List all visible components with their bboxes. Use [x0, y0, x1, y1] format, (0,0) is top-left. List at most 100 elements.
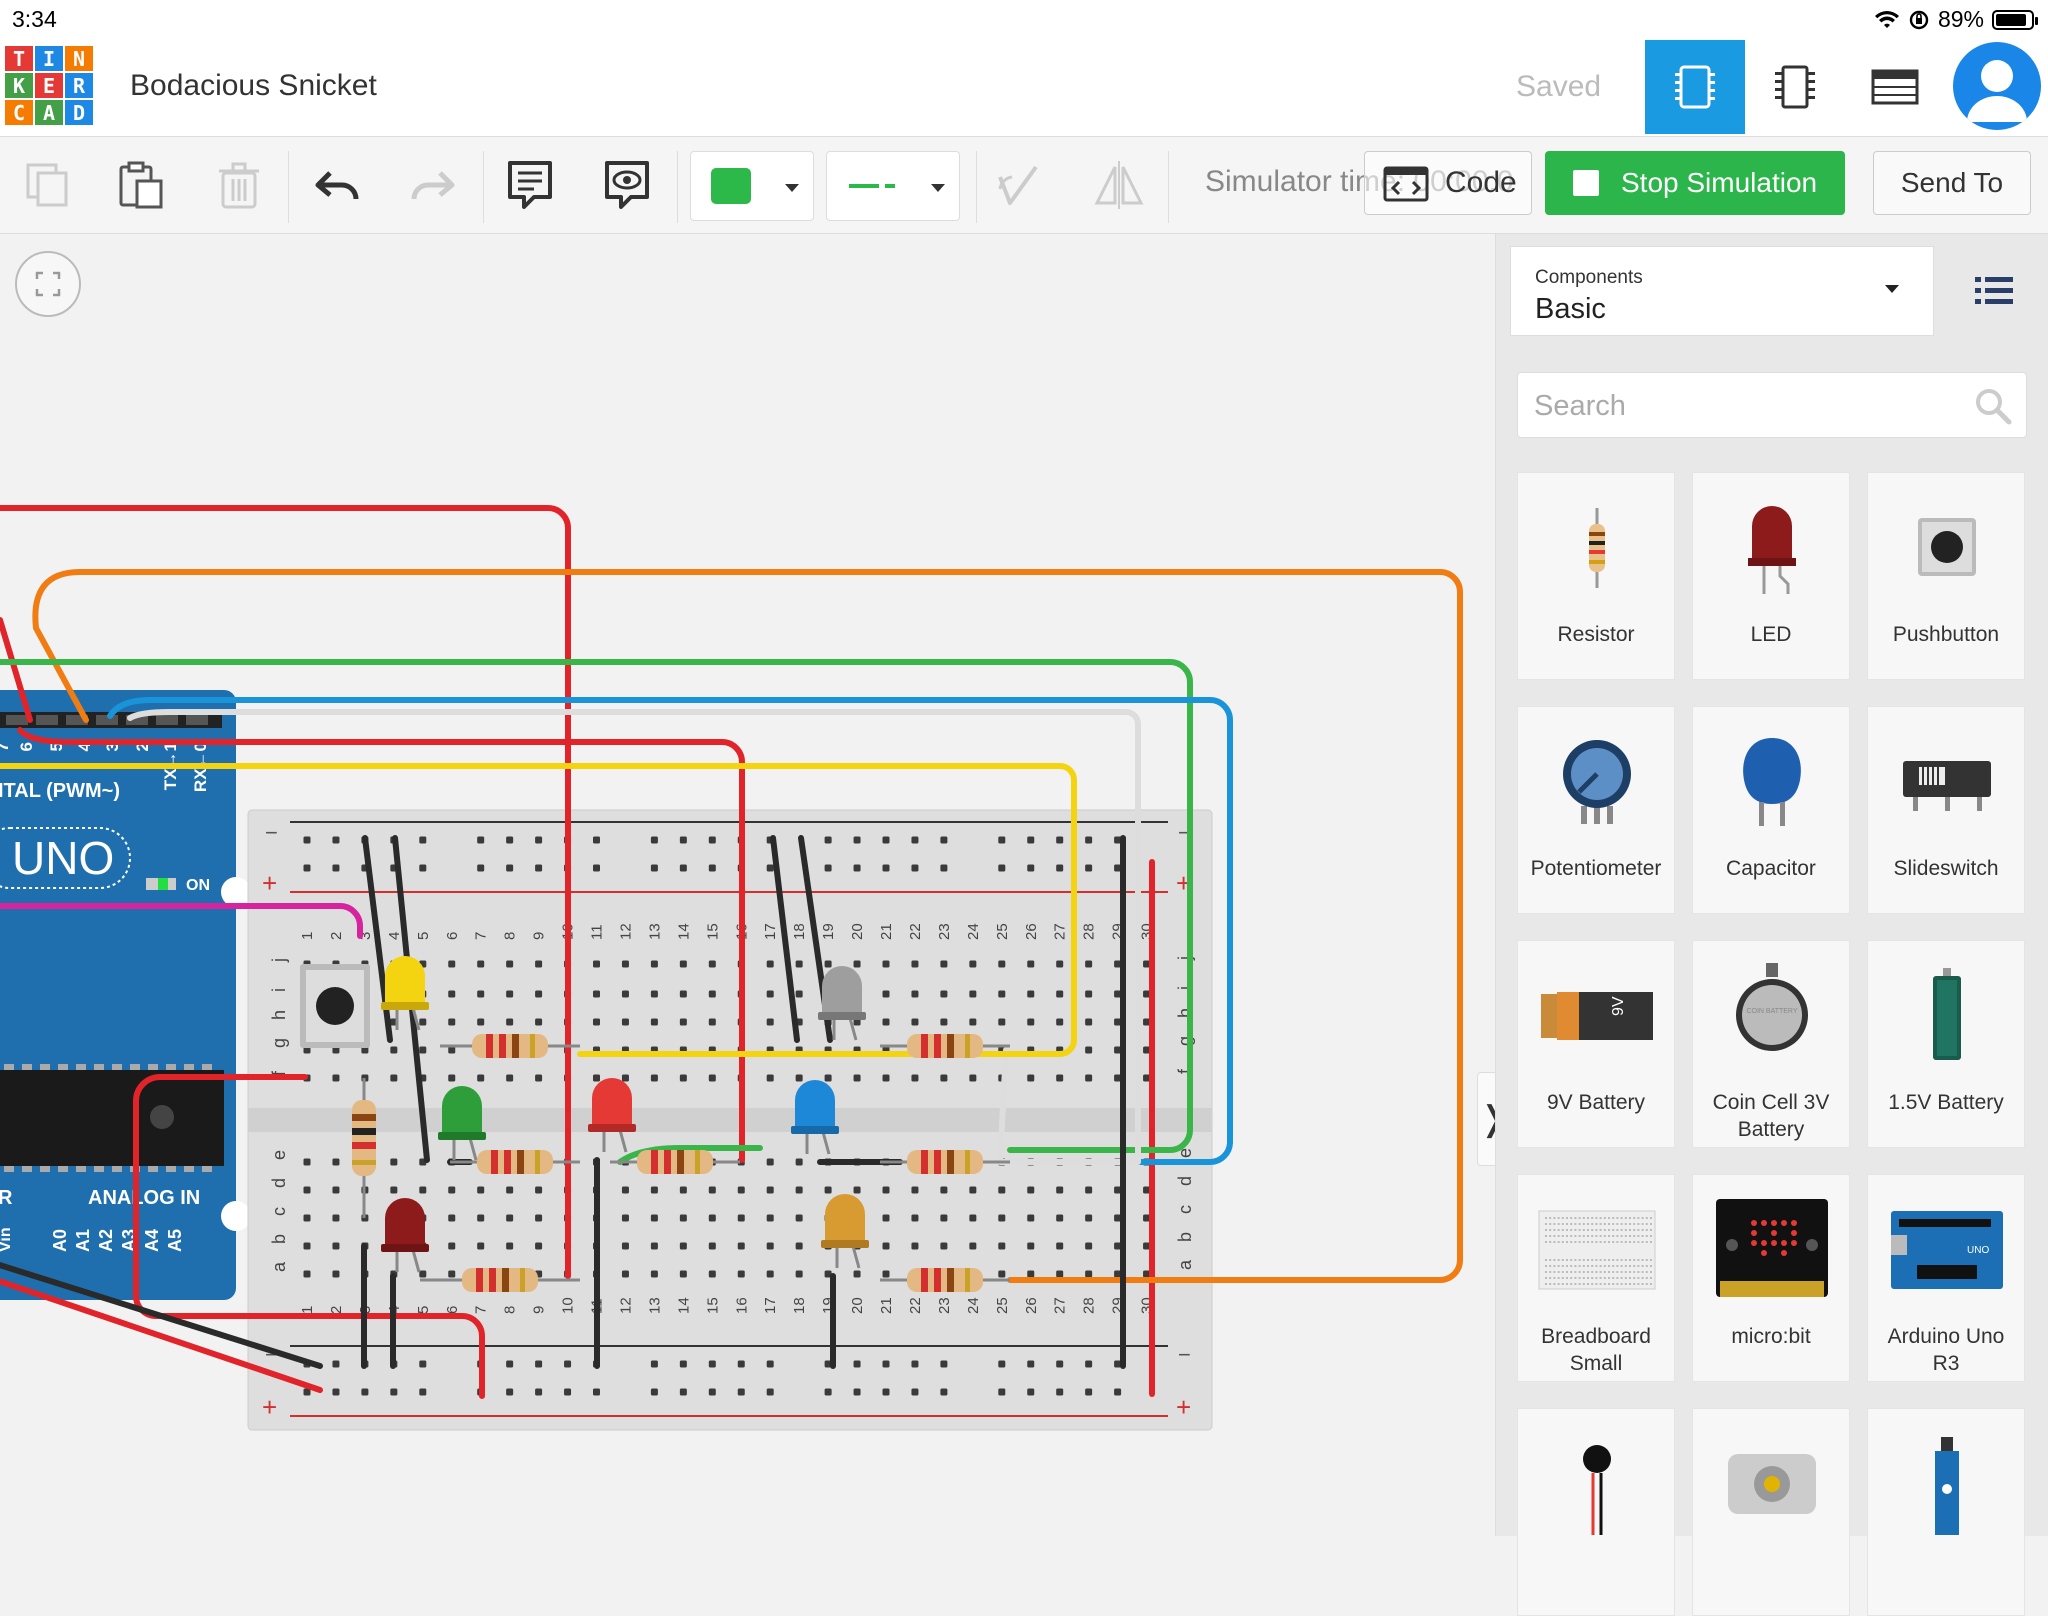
breadboard-hole	[419, 1046, 427, 1054]
breadboard-hole	[506, 1242, 514, 1250]
breadboard-hole	[332, 864, 340, 872]
collapse-panel-button[interactable]: ❭	[1477, 1072, 1495, 1166]
notes-visibility-button[interactable]	[593, 151, 661, 219]
component-list-view-button[interactable]	[1845, 40, 1945, 134]
component-label: Pushbutton	[1892, 623, 2000, 646]
list-view-button[interactable]	[1952, 246, 2036, 336]
breadboard-hole	[332, 1242, 340, 1250]
breadboard-hole	[332, 836, 340, 844]
breadboard-hole	[708, 1186, 716, 1194]
tinkercad-logo[interactable]: TIN KER CAD	[5, 46, 93, 125]
breadboard-hole	[1056, 836, 1064, 844]
color-picker[interactable]	[690, 151, 814, 221]
breadboard-hole	[1027, 1242, 1035, 1250]
paste-button[interactable]	[107, 151, 175, 219]
chip-pin	[202, 1064, 212, 1070]
toolbar-separator	[976, 151, 977, 223]
breadboard-column-number: 6	[444, 932, 461, 940]
component-card[interactable]: UNO Arduino Uno R3	[1867, 1174, 2025, 1382]
wire-type-picker[interactable]	[826, 151, 960, 221]
search-input[interactable]	[1532, 383, 1936, 429]
breadboard-hole	[1056, 1388, 1064, 1396]
component-card[interactable]	[1517, 1408, 1675, 1616]
component-card[interactable]: Capacitor	[1692, 706, 1850, 914]
delete-button[interactable]	[205, 151, 273, 219]
breadboard-hole	[506, 836, 514, 844]
breadboard-hole	[853, 836, 861, 844]
battery-percent: 89%	[1937, 6, 1984, 32]
chip-pin	[148, 1064, 158, 1070]
breadboard-hole	[506, 1018, 514, 1026]
arduino-analog-pin-label: A4	[142, 1229, 162, 1252]
breadboard-hole	[853, 1360, 861, 1368]
component-card[interactable]: Potentiometer	[1517, 706, 1675, 914]
breadboard-hole	[911, 1214, 919, 1222]
breadboard-hole	[477, 864, 485, 872]
arduino-pin-label: 6	[17, 742, 36, 751]
breadboard-hole	[448, 1214, 456, 1222]
breadboard-hole	[390, 1046, 398, 1054]
undo-button[interactable]	[304, 151, 372, 219]
rail-minus-label: −	[265, 820, 278, 845]
rotate-button[interactable]	[984, 151, 1052, 219]
battery-fill	[1996, 13, 2027, 26]
chevron-down-icon	[1885, 285, 1899, 293]
component-card[interactable]: Breadboard Small	[1517, 1174, 1675, 1382]
circuit-view-button[interactable]	[1645, 40, 1745, 134]
component-card[interactable]: Slideswitch	[1867, 706, 2025, 914]
resistor-band	[512, 1034, 519, 1058]
circuit-diagram[interactable]: 765432TX→1RX←0ITAL (PWM~)UNOONRANALOG IN…	[0, 234, 1495, 1536]
arduino-uno-board: 765432TX→1RX←0ITAL (PWM~)UNOONRANALOG IN…	[0, 690, 251, 1300]
component-card[interactable]: COIN BATTERY Coin Cell 3V Battery	[1692, 940, 1850, 1148]
component-card[interactable]: Pushbutton	[1867, 472, 2025, 680]
components-dropdown[interactable]: Components Basic	[1510, 246, 1934, 336]
circuit-canvas[interactable]: 765432TX→1RX←0ITAL (PWM~)UNOONRANALOG IN…	[0, 234, 1495, 1536]
user-icon	[1967, 60, 2027, 122]
project-title[interactable]: Bodacious Snicket	[130, 69, 377, 103]
led-body	[795, 1080, 835, 1130]
component-card[interactable]: Resistor	[1517, 472, 1675, 680]
chip-pin	[166, 1064, 176, 1070]
resistor-band	[947, 1150, 954, 1174]
logo-letter: C	[5, 100, 33, 125]
breadboard-hole	[564, 1388, 572, 1396]
breadboard-hole	[1027, 990, 1035, 998]
component-card[interactable]: micro:bit	[1692, 1174, 1850, 1382]
breadboard-hole	[448, 1186, 456, 1194]
send-to-button[interactable]: Send To	[1873, 151, 2031, 215]
breadboard-hole	[650, 1018, 658, 1026]
redo-button[interactable]	[398, 151, 466, 219]
breadboard-hole	[679, 1270, 687, 1278]
code-button[interactable]: Code	[1364, 151, 1532, 215]
breadboard-hole	[708, 960, 716, 968]
breadboard-hole	[1056, 960, 1064, 968]
component-card[interactable]: 9V 9V Battery	[1517, 940, 1675, 1148]
stop-simulation-button[interactable]: Stop Simulation	[1545, 151, 1845, 215]
breadboard-hole	[419, 1360, 427, 1368]
breadboard-hole	[506, 1388, 514, 1396]
breadboard-row-letter: d	[269, 1178, 289, 1188]
breadboard-hole	[766, 1214, 774, 1222]
component-card[interactable]	[1867, 1408, 2025, 1616]
resistor-band	[352, 1114, 376, 1121]
breadboard-hole	[911, 1388, 919, 1396]
flip-button[interactable]	[1085, 151, 1153, 219]
search-box[interactable]	[1517, 372, 2027, 438]
breadboard-hole	[477, 1242, 485, 1250]
component-card[interactable]: 1.5V Battery	[1867, 940, 2025, 1148]
eye-note-icon	[605, 161, 649, 209]
component-card[interactable]: LED	[1692, 472, 1850, 680]
resistor-band	[535, 1150, 540, 1174]
breadboard-hole	[882, 1242, 890, 1250]
copy-button[interactable]	[14, 151, 82, 219]
breadboard-hole	[766, 1018, 774, 1026]
component-card[interactable]	[1692, 1408, 1850, 1616]
breadboard-hole	[303, 1242, 311, 1250]
breadboard-hole	[737, 1388, 745, 1396]
user-avatar[interactable]	[1953, 42, 2041, 130]
breadboard-hole	[448, 990, 456, 998]
schematic-view-button[interactable]	[1745, 40, 1845, 134]
notes-button[interactable]	[496, 151, 564, 219]
breadboard-column-number: 24	[965, 923, 982, 940]
breadboard-column-number: 25	[994, 1297, 1011, 1314]
